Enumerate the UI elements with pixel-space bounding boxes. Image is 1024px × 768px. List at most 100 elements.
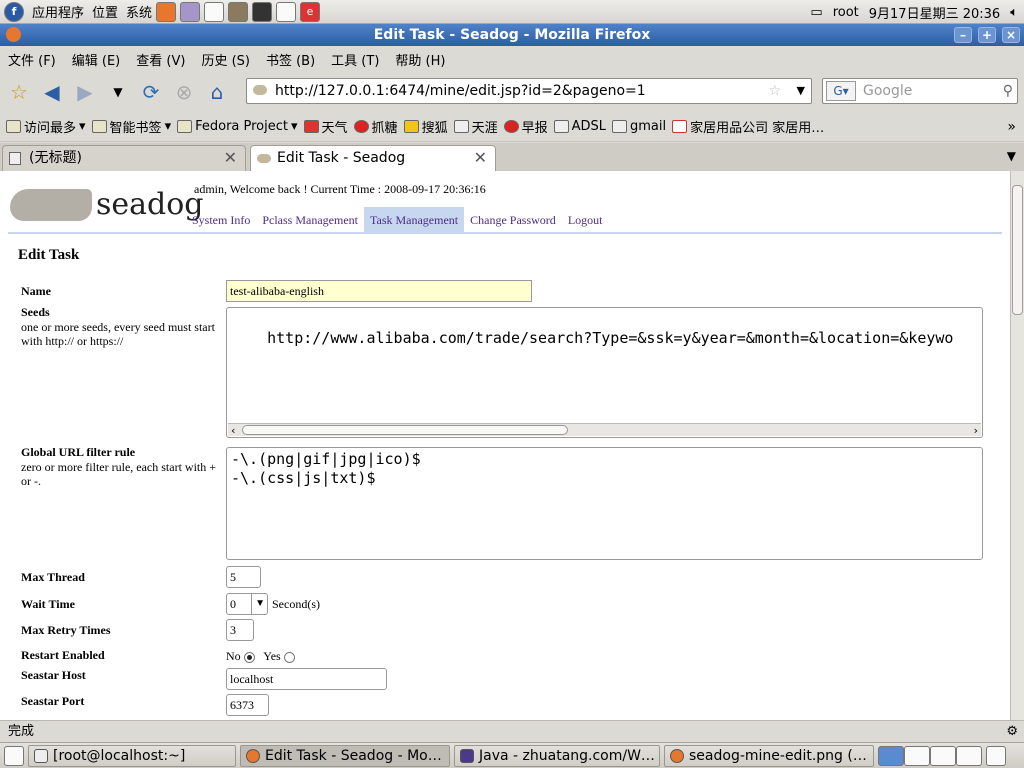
page-icon <box>612 120 628 133</box>
task-terminal[interactable]: [root@localhost:~] <box>28 744 236 767</box>
bookmark-fedora[interactable]: Fedora Project ▾ <box>177 119 298 134</box>
wait-time-select[interactable]: 0 ▼ <box>226 593 268 615</box>
url-dropdown-icon[interactable]: ▼ <box>797 79 805 103</box>
menu-tools[interactable]: 工具 (T) <box>331 50 379 69</box>
bookmark-adsl[interactable]: ADSL <box>553 119 606 134</box>
history-dropdown-icon[interactable]: ▼ <box>104 78 132 106</box>
bookmark-star-icon[interactable]: ☆ <box>5 78 33 106</box>
minimize-button[interactable]: – <box>954 27 972 43</box>
bookmark-weather[interactable]: 天气 <box>303 117 348 136</box>
window-title: Edit Task - Seadog - Mozilla Firefox <box>373 27 651 43</box>
welcome-text: admin, Welcome back ! Current Time : 200… <box>194 182 486 196</box>
bookmark-sohu[interactable]: 搜狐 <box>403 117 448 136</box>
page-scroll-thumb[interactable] <box>1012 185 1023 315</box>
search-input[interactable]: G▾ Google ⚲ <box>822 78 1018 104</box>
close-window-button[interactable]: × <box>1002 27 1020 43</box>
keyboard-icon[interactable]: ▭ <box>810 5 822 20</box>
back-button[interactable]: ◀ <box>38 78 66 106</box>
terminal-launcher-icon[interactable] <box>252 1 273 22</box>
home-button[interactable]: ⌂ <box>203 78 231 106</box>
bookmark-page-star-icon[interactable]: ☆ <box>768 79 781 103</box>
scroll-right-icon[interactable]: › <box>972 421 979 437</box>
bookmark-zaobao[interactable]: 早报 <box>503 117 548 136</box>
scroll-left-icon[interactable]: ‹ <box>230 421 237 437</box>
tab-edit-task[interactable]: Edit Task - Seadog ✕ <box>250 145 496 171</box>
trash-icon[interactable] <box>986 745 1006 766</box>
max-retry-input[interactable]: 3 <box>226 619 254 641</box>
workspace-switcher-1[interactable] <box>878 745 904 766</box>
task-image[interactable]: seadog-mine-edit.png (… <box>664 744 874 767</box>
restart-yes-radio[interactable] <box>283 651 295 663</box>
menu-view[interactable]: 查看 (V) <box>136 50 185 69</box>
window-titlebar[interactable]: Edit Task - Seadog - Mozilla Firefox – +… <box>0 24 1024 46</box>
wait-time-value: 0 <box>230 597 236 611</box>
firefox-launcher-icon[interactable] <box>156 1 177 22</box>
nav-logout[interactable]: Logout <box>562 207 609 232</box>
nav-system-info[interactable]: System Info <box>186 207 256 232</box>
gimp-launcher-icon[interactable] <box>228 1 249 22</box>
weather-icon <box>303 120 319 133</box>
system-menu[interactable]: 系统 <box>126 2 152 21</box>
search-icon[interactable]: ⚲ <box>1003 79 1013 103</box>
menu-history[interactable]: 历史 (S) <box>201 50 250 69</box>
name-label: Name <box>21 284 51 298</box>
nav-change-password[interactable]: Change Password <box>464 207 562 232</box>
eclipse-launcher-icon[interactable]: e <box>300 1 321 22</box>
fedora-icon[interactable]: f <box>4 1 24 22</box>
bookmark-gmail[interactable]: gmail <box>612 119 666 134</box>
sohu-icon <box>403 120 419 133</box>
places-menu[interactable]: 位置 <box>92 2 118 21</box>
nav-pclass-management[interactable]: Pclass Management <box>256 207 364 232</box>
restart-no-radio[interactable] <box>243 651 255 663</box>
task-java[interactable]: Java - zhuatang.com/W… <box>454 744 660 767</box>
close-tab-icon[interactable]: ✕ <box>474 146 487 170</box>
clock[interactable]: 9月17日星期三 20:36 <box>869 3 1000 22</box>
network-launcher-icon[interactable] <box>276 1 297 22</box>
volume-icon[interactable]: 🔈︎ <box>1010 5 1018 20</box>
menu-file[interactable]: 文件 (F) <box>8 50 56 69</box>
workspace-switcher-2[interactable] <box>904 745 930 766</box>
pidgin-launcher-icon[interactable] <box>180 1 201 22</box>
bookmark-smart[interactable]: 智能书签 ▾ <box>91 117 171 136</box>
max-thread-input[interactable]: 5 <box>226 566 261 588</box>
menu-bookmarks[interactable]: 书签 (B) <box>266 50 315 69</box>
forward-button[interactable]: ▶ <box>71 78 99 106</box>
workspace-switcher-4[interactable] <box>956 745 982 766</box>
bookmarks-overflow-icon[interactable]: » <box>1007 119 1016 135</box>
stop-button[interactable]: ⊗ <box>170 78 198 106</box>
tab-label: Edit Task - Seadog <box>277 150 406 166</box>
task-firefox[interactable]: Edit Task - Seadog - Mo… <box>240 744 450 767</box>
bookmark-tianya[interactable]: 天涯 <box>453 117 498 136</box>
page-vertical-scrollbar[interactable] <box>1010 171 1024 720</box>
applications-menu[interactable]: 应用程序 <box>32 2 84 21</box>
nav-task-management[interactable]: Task Management <box>364 207 465 232</box>
bookmark-label: 家居用品公司 家居用… <box>690 121 825 136</box>
seeds-scroll-thumb[interactable] <box>242 425 568 435</box>
folder-icon <box>6 120 21 133</box>
search-engine-icon[interactable]: G▾ <box>826 81 856 101</box>
tab-untitled[interactable]: (无标题) ✕ <box>2 145 246 171</box>
url-bar[interactable]: http://127.0.0.1:6474/mine/edit.jsp?id=2… <box>246 78 812 104</box>
name-input[interactable]: test-alibaba-english <box>226 280 532 302</box>
editor-launcher-icon[interactable] <box>204 1 225 22</box>
user-name[interactable]: root <box>833 5 859 20</box>
resize-grip-icon[interactable]: ⚙ <box>1006 721 1018 743</box>
tab-list-icon[interactable]: ▼ <box>1007 149 1016 163</box>
status-bar: 完成 ⚙ <box>0 720 1024 742</box>
bookmark-most-visited[interactable]: 访问最多 ▾ <box>6 117 86 136</box>
bookmark-zhuatang[interactable]: 抓糖 <box>353 117 398 136</box>
menu-edit[interactable]: 编辑 (E) <box>72 50 121 69</box>
show-desktop-icon[interactable] <box>4 745 24 766</box>
seastar-port-input[interactable]: 6373 <box>226 694 269 716</box>
close-tab-icon[interactable]: ✕ <box>224 146 237 170</box>
bookmark-label: gmail <box>630 119 667 134</box>
reload-button[interactable]: ⟳ <box>137 78 165 106</box>
seeds-horizontal-scrollbar[interactable]: ‹ › <box>228 421 981 437</box>
workspace-switcher-3[interactable] <box>930 745 956 766</box>
seeds-textarea[interactable]: http://www.alibaba.com/trade/search?Type… <box>226 307 983 438</box>
seastar-host-input[interactable]: localhost <box>226 668 387 690</box>
menu-help[interactable]: 帮助 (H) <box>395 50 445 69</box>
maximize-button[interactable]: + <box>978 27 996 43</box>
bookmark-home-goods[interactable]: 家居用品公司 家居用… <box>672 117 824 136</box>
filter-textarea[interactable]: -\.(png|gif|jpg|ico)$ -\.(css|js|txt)$ <box>226 447 983 560</box>
